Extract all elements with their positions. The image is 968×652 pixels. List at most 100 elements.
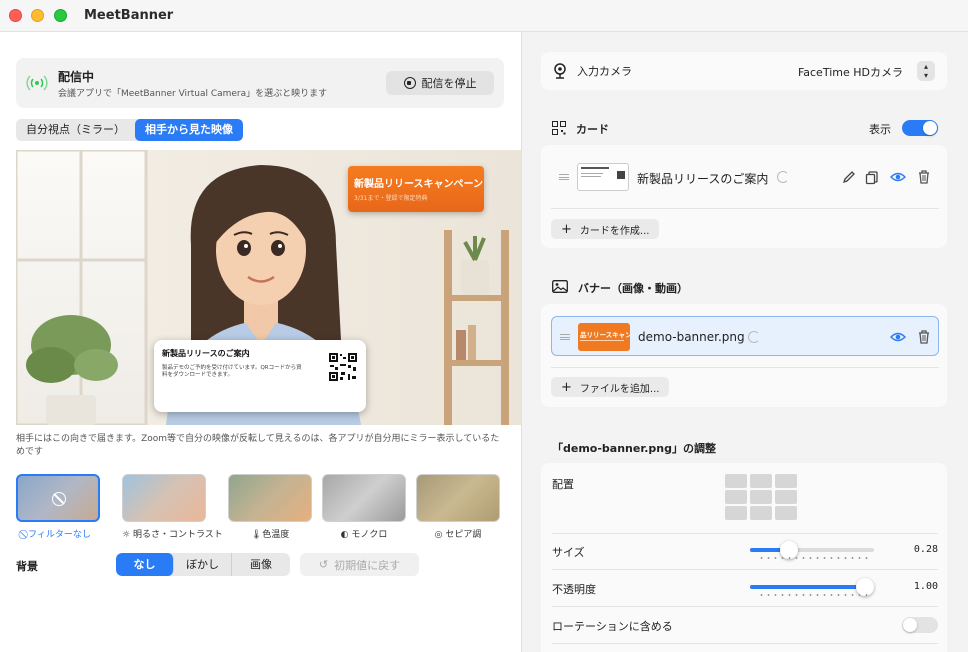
- filter-label: ◎ セピア調: [434, 530, 482, 540]
- banner-item[interactable]: 品リリースキャンペ demo-banner.png: [551, 316, 939, 356]
- filter-picker: ⃠ フィルターなし ☼ 明るさ・コントラスト 🌡色温度 ◐ モノクロ ◎ セピア…: [16, 474, 506, 544]
- adjust-title: 「demo-banner.png」の調整: [552, 442, 716, 455]
- status-title: 配信中: [58, 70, 95, 84]
- size-slider[interactable]: [750, 541, 874, 559]
- no-filter-icon: [52, 492, 66, 506]
- divider: [552, 606, 938, 607]
- half-circle-icon: ◐: [340, 530, 349, 540]
- background-label: 背景: [16, 560, 38, 573]
- filter-brightness-swatch: [122, 474, 206, 522]
- overlay-card[interactable]: 新製品リリースのご案内 製品デモのご予約を受け付けています。QRコードから資料を…: [154, 340, 366, 412]
- camera-preview: 新製品リリースキャンペーン 3/31まで・登録で限定特典 新製品リリースのご案内…: [16, 150, 521, 425]
- card-thumbnail: [577, 163, 629, 191]
- create-card-button[interactable]: + カードを作成...: [551, 219, 660, 239]
- filter-label: ◐ モノクロ: [340, 530, 388, 540]
- camera-label: 入力カメラ: [577, 65, 632, 78]
- sun-icon: ☼: [122, 530, 131, 540]
- eye-icon[interactable]: [890, 169, 906, 185]
- position-cell[interactable]: [775, 474, 797, 488]
- position-cell[interactable]: [725, 490, 747, 504]
- banners-title: バナー（画像・動画）: [578, 282, 688, 295]
- position-cell[interactable]: [775, 490, 797, 504]
- cards-list: 新製品リリースのご案内 + カードを作成...: [541, 145, 947, 248]
- size-label: サイズ: [552, 546, 585, 559]
- position-cell[interactable]: [725, 506, 747, 520]
- broadcast-icon: [26, 75, 48, 91]
- filter-color-temp-swatch: [228, 474, 312, 522]
- reset-icon: ↺: [318, 558, 329, 571]
- position-cell[interactable]: [750, 490, 772, 504]
- trash-icon[interactable]: [916, 329, 932, 345]
- preview-caption: 相手にはこの向きで届きます。Zoom等で自分の映像が反転して見えるのは、各アプリ…: [16, 434, 500, 457]
- create-card-label: カードを作成...: [579, 225, 650, 237]
- plus-icon: +: [561, 379, 572, 395]
- filter-color-temp[interactable]: 🌡色温度: [228, 474, 312, 544]
- filter-sepia-swatch: [416, 474, 500, 522]
- opacity-slider-ticks: [758, 594, 868, 596]
- tab-remote-view[interactable]: 相手から見た映像: [135, 119, 243, 141]
- card-item[interactable]: 新製品リリースのご案内: [551, 157, 939, 197]
- background-none[interactable]: なし: [116, 553, 174, 576]
- position-grid: [725, 474, 799, 524]
- divider: [552, 643, 938, 644]
- overlay-card-body: 製品デモのご予約を受け付けています。QRコードから資料をダウンロードできます。: [162, 365, 302, 378]
- filter-brightness[interactable]: ☼ 明るさ・コントラスト: [122, 474, 223, 544]
- filter-label: 🌡色温度: [250, 530, 290, 540]
- opacity-slider[interactable]: [750, 578, 874, 596]
- window-title: MeetBanner: [84, 8, 174, 23]
- trash-icon[interactable]: [916, 169, 932, 185]
- banners-list: 品リリースキャンペ demo-banner.png + ファイルを追加...: [541, 304, 947, 407]
- position-cell[interactable]: [725, 474, 747, 488]
- rotation-sync-icon: [748, 331, 760, 343]
- streaming-status-card: 配信中 会議アプリで「MeetBanner Virtual Camera」を選ぶ…: [16, 58, 504, 108]
- plus-icon: +: [561, 221, 572, 237]
- thermometer-icon: 🌡: [250, 530, 263, 540]
- pencil-icon[interactable]: [841, 169, 857, 185]
- rotation-label: ローテーションに含める: [552, 620, 673, 633]
- drag-handle-icon[interactable]: [560, 334, 570, 340]
- background-image[interactable]: 画像: [232, 553, 290, 576]
- camera-row[interactable]: 入力カメラ FaceTime HDカメラ ▴ ▾: [541, 52, 947, 90]
- webcam-icon: [554, 63, 566, 79]
- qr-code-small-icon: [552, 121, 566, 135]
- divider: [552, 569, 938, 570]
- rotation-toggle[interactable]: [902, 617, 938, 633]
- close-window-button[interactable]: [9, 9, 22, 22]
- status-subtitle: 会議アプリで「MeetBanner Virtual Camera」を選ぶと映りま…: [58, 89, 328, 99]
- add-file-label: ファイルを追加...: [579, 383, 660, 395]
- view-toggle: 自分視点（ミラー） 相手から見た映像: [16, 119, 243, 141]
- minimize-window-button[interactable]: [31, 9, 44, 22]
- banner-item-name: demo-banner.png: [638, 330, 745, 344]
- image-icon: [552, 280, 568, 293]
- stop-streaming-button[interactable]: 配信を停止: [386, 71, 494, 95]
- banner-thumbnail-text: 品リリースキャンペ: [580, 331, 630, 339]
- background-blur[interactable]: ぼかし: [174, 553, 232, 576]
- chevron-updown-icon[interactable]: ▴ ▾: [917, 61, 935, 81]
- left-pane: 配信中 会議アプリで「MeetBanner Virtual Camera」を選ぶ…: [0, 32, 521, 652]
- filter-sepia[interactable]: ◎ セピア調: [416, 474, 500, 544]
- divider: [552, 533, 938, 534]
- filter-none[interactable]: ⃠ フィルターなし: [16, 474, 100, 544]
- position-cell[interactable]: [750, 474, 772, 488]
- rotation-sync-icon: [777, 171, 789, 183]
- position-cell[interactable]: [750, 506, 772, 520]
- cards-show-toggle[interactable]: [902, 120, 938, 136]
- zoom-window-button[interactable]: [54, 9, 67, 22]
- add-file-button[interactable]: + ファイルを追加...: [551, 377, 670, 397]
- overlay-banner-title: 新製品リリースキャンペーン: [354, 179, 483, 190]
- drag-handle-icon[interactable]: [559, 174, 569, 180]
- duplicate-icon[interactable]: [864, 169, 880, 185]
- eye-icon[interactable]: [890, 329, 906, 345]
- filter-mono[interactable]: ◐ モノクロ: [322, 474, 406, 544]
- banner-thumbnail: 品リリースキャンペ: [578, 323, 630, 351]
- tab-self-view[interactable]: 自分視点（ミラー）: [16, 119, 135, 141]
- stop-streaming-label: 配信を停止: [421, 77, 477, 90]
- filter-none-swatch: [16, 474, 100, 522]
- position-label: 配置: [552, 478, 574, 491]
- reset-button[interactable]: ↺ 初期値に戻す: [300, 553, 419, 576]
- overlay-banner[interactable]: 新製品リリースキャンペーン 3/31まで・登録で限定特典: [348, 166, 484, 212]
- overlay-banner-subtitle: 3/31まで・登録で限定特典: [354, 195, 428, 202]
- position-cell[interactable]: [775, 506, 797, 520]
- cards-show-label: 表示: [869, 123, 891, 136]
- opacity-value: 1.00: [913, 581, 938, 592]
